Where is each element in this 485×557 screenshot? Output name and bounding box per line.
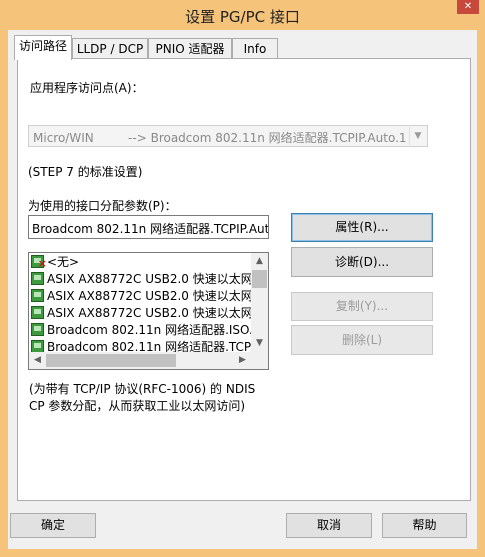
vertical-scroll-thumb[interactable] [252,270,267,288]
help-button[interactable]: 帮助 [382,513,467,538]
access-point-select[interactable]: Micro/WIN --> Broadcom 802.11n 网络适配器.TCP… [28,125,428,147]
cancel-button[interactable]: 取消 [286,513,372,538]
access-point-label: 应用程序访问点(A)： [30,81,144,95]
window-title: 设置 PG/PC 接口 [185,8,300,26]
list-item[interactable]: ASIX AX88772C USB2.0 快速以太网适配器 [31,288,268,305]
list-item[interactable]: ASIX AX88772C USB2.0 快速以太网适配器 [31,305,268,322]
tab-lldp-dcp[interactable]: LLDP / DCP [72,38,148,59]
interface-description: (为带有 TCP/IP 协议(RFC-1006) 的 NDIS CP 参数分配，… [29,381,269,415]
tab-panel-access-path: 应用程序访问点(A)： Micro/WIN --> Broadcom 802.1… [17,58,471,501]
scroll-up-icon[interactable]: ▲ [251,253,268,270]
ok-button[interactable]: 确定 [10,513,96,538]
interface-param-value: Broadcom 802.11n 网络适配器.TCPIP.Auto.1 [32,222,269,236]
vertical-scrollbar[interactable]: ▲ ▼ [251,253,268,352]
interface-description-line2: CP 参数分配，从而获取工业以太网访问) [29,399,246,413]
interface-description-line1: (为带有 TCP/IP 协议(RFC-1006) 的 NDIS [29,382,256,396]
list-item[interactable]: ASIX AX88772C USB2.0 快速以太网适配器 [31,271,268,288]
scroll-left-icon[interactable]: ◀ [29,352,46,369]
tab-pnio-adapter[interactable]: PNIO 适配器 [148,38,232,59]
title-bar: 设置 PG/PC 接口 ✕ [0,0,485,30]
network-adapter-icon [31,289,44,302]
access-point-value: Micro/WIN --> Broadcom 802.11n 网络适配器.TCP… [33,131,407,145]
network-adapter-icon [31,323,44,336]
horizontal-scrollbar[interactable]: ◀ ▶ [29,352,251,369]
copy-button[interactable]: 复制(Y)... [291,292,433,321]
interface-list[interactable]: <无> ASIX AX88772C USB2.0 快速以太网适配器 ASIX A… [28,252,269,370]
delete-button[interactable]: 删除(L) [291,325,433,355]
chevron-down-icon[interactable]: ▼ [409,127,426,145]
dialog-client-area: 访问路径 LLDP / DCP PNIO 适配器 Info 应用程序访问点(A)… [8,30,477,549]
list-item[interactable]: <无> [31,254,79,272]
interface-param-field[interactable]: Broadcom 802.11n 网络适配器.TCPIP.Auto.1 [28,215,269,239]
scrollbar-corner [251,352,268,369]
network-adapter-icon [31,272,44,285]
standard-setting-note: (STEP 7 的标准设置) [28,165,143,179]
tab-info[interactable]: Info [232,38,278,59]
scroll-down-icon[interactable]: ▼ [251,335,268,352]
properties-button[interactable]: 属性(R)... [291,213,433,242]
scroll-right-icon[interactable]: ▶ [234,352,251,369]
list-item[interactable]: Broadcom 802.11n 网络适配器.ISO.1 [31,322,260,339]
diagnostics-button[interactable]: 诊断(D)... [291,247,433,277]
horizontal-scroll-thumb[interactable] [46,354,176,367]
close-icon[interactable]: ✕ [457,0,479,14]
network-adapter-icon [31,306,44,319]
interface-param-label: 为使用的接口分配参数(P)： [28,199,177,213]
network-adapter-icon [31,255,47,272]
tab-access-path[interactable]: 访问路径 [14,35,72,60]
